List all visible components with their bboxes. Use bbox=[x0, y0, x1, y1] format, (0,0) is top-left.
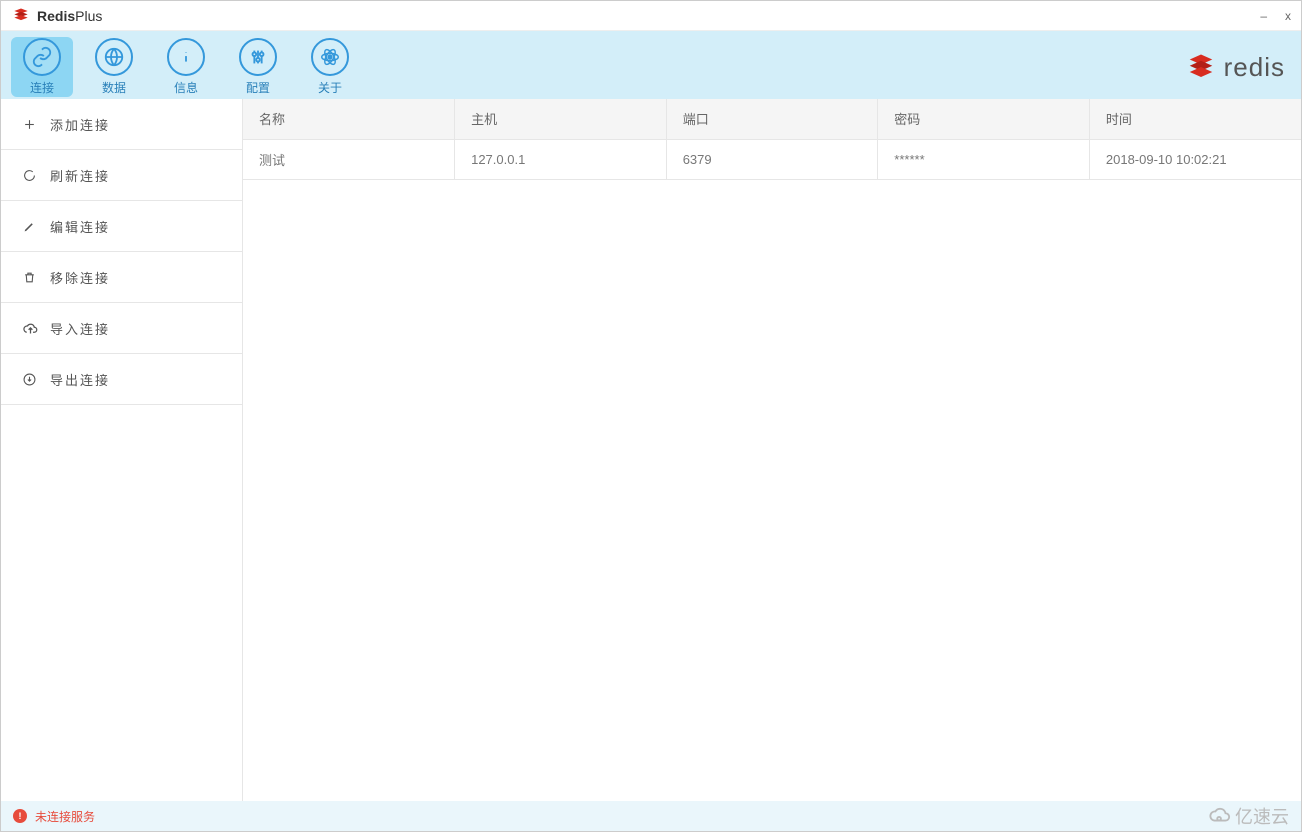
toolbar-label: 数据 bbox=[102, 79, 126, 96]
toolbar-label: 信息 bbox=[174, 79, 198, 96]
toolbar-label: 配置 bbox=[246, 79, 270, 96]
col-host: 主机 bbox=[455, 99, 667, 139]
table-header-row: 名称 主机 端口 密码 时间 bbox=[243, 99, 1301, 139]
close-button[interactable]: x bbox=[1285, 9, 1291, 23]
table-row[interactable]: 测试 127.0.0.1 6379 ****** 2018-09-10 10:0… bbox=[243, 139, 1301, 179]
sidebar-item-refresh[interactable]: 刷新连接 bbox=[1, 150, 242, 201]
sidebar-item-label: 刷新连接 bbox=[50, 166, 110, 185]
plus-icon bbox=[23, 118, 38, 131]
sidebar-item-label: 导出连接 bbox=[50, 370, 110, 389]
statusbar: 未连接服务 亿速云 bbox=[1, 801, 1301, 831]
col-time: 时间 bbox=[1089, 99, 1301, 139]
trash-icon bbox=[23, 271, 38, 284]
sidebar-item-label: 添加连接 bbox=[50, 115, 110, 134]
network-icon bbox=[95, 38, 133, 76]
toolbar-tab-connection[interactable]: 连接 bbox=[11, 37, 73, 97]
main-area: 添加连接 刷新连接 编辑连接 移除连接 导入连接 bbox=[1, 99, 1301, 801]
toolbar-label: 连接 bbox=[30, 79, 54, 96]
cloud-upload-icon bbox=[23, 322, 38, 335]
toolbar-tab-info[interactable]: 信息 bbox=[155, 37, 217, 97]
cell-time: 2018-09-10 10:02:21 bbox=[1089, 139, 1301, 179]
col-port: 端口 bbox=[666, 99, 878, 139]
minimize-button[interactable]: – bbox=[1260, 9, 1267, 23]
title-strong: Redis bbox=[37, 8, 75, 24]
watermark: 亿速云 bbox=[1209, 803, 1289, 829]
window-controls: – x bbox=[1260, 9, 1291, 23]
cell-port: 6379 bbox=[666, 139, 878, 179]
toolbar: 连接 数据 信息 配置 bbox=[1, 31, 1301, 99]
col-name: 名称 bbox=[243, 99, 455, 139]
status-error-icon bbox=[13, 809, 27, 823]
cell-name: 测试 bbox=[243, 139, 455, 179]
sidebar-item-edit[interactable]: 编辑连接 bbox=[1, 201, 242, 252]
toolbar-tab-config[interactable]: 配置 bbox=[227, 37, 289, 97]
toolbar-tab-data[interactable]: 数据 bbox=[83, 37, 145, 97]
brand-logo: redis bbox=[1184, 52, 1285, 83]
toolbar-label: 关于 bbox=[318, 79, 342, 96]
pencil-icon bbox=[23, 220, 38, 233]
sidebar-item-export[interactable]: 导出连接 bbox=[1, 354, 242, 405]
connection-table: 名称 主机 端口 密码 时间 测试 127.0.0.1 6379 ****** … bbox=[243, 99, 1301, 180]
download-icon bbox=[23, 373, 38, 386]
cell-host: 127.0.0.1 bbox=[455, 139, 667, 179]
brand-text: redis bbox=[1224, 52, 1285, 83]
status-text: 未连接服务 bbox=[35, 808, 95, 825]
app-icon bbox=[11, 6, 31, 26]
sliders-icon bbox=[239, 38, 277, 76]
atom-icon bbox=[311, 38, 349, 76]
info-icon bbox=[167, 38, 205, 76]
sidebar-item-import[interactable]: 导入连接 bbox=[1, 303, 242, 354]
sidebar-item-add[interactable]: 添加连接 bbox=[1, 99, 242, 150]
sidebar-item-remove[interactable]: 移除连接 bbox=[1, 252, 242, 303]
link-icon bbox=[23, 38, 61, 76]
titlebar: RedisPlus – x bbox=[1, 1, 1301, 31]
connection-table-wrap: 名称 主机 端口 密码 时间 测试 127.0.0.1 6379 ****** … bbox=[243, 99, 1301, 801]
app-title: RedisPlus bbox=[37, 8, 102, 24]
cell-password: ****** bbox=[878, 139, 1090, 179]
sidebar: 添加连接 刷新连接 编辑连接 移除连接 导入连接 bbox=[1, 99, 243, 801]
sidebar-item-label: 编辑连接 bbox=[50, 217, 110, 236]
title-light: Plus bbox=[75, 8, 102, 24]
watermark-text: 亿速云 bbox=[1235, 803, 1289, 829]
sidebar-item-label: 移除连接 bbox=[50, 268, 110, 287]
sidebar-item-label: 导入连接 bbox=[50, 319, 110, 338]
col-password: 密码 bbox=[878, 99, 1090, 139]
toolbar-tab-about[interactable]: 关于 bbox=[299, 37, 361, 97]
refresh-icon bbox=[23, 169, 38, 182]
